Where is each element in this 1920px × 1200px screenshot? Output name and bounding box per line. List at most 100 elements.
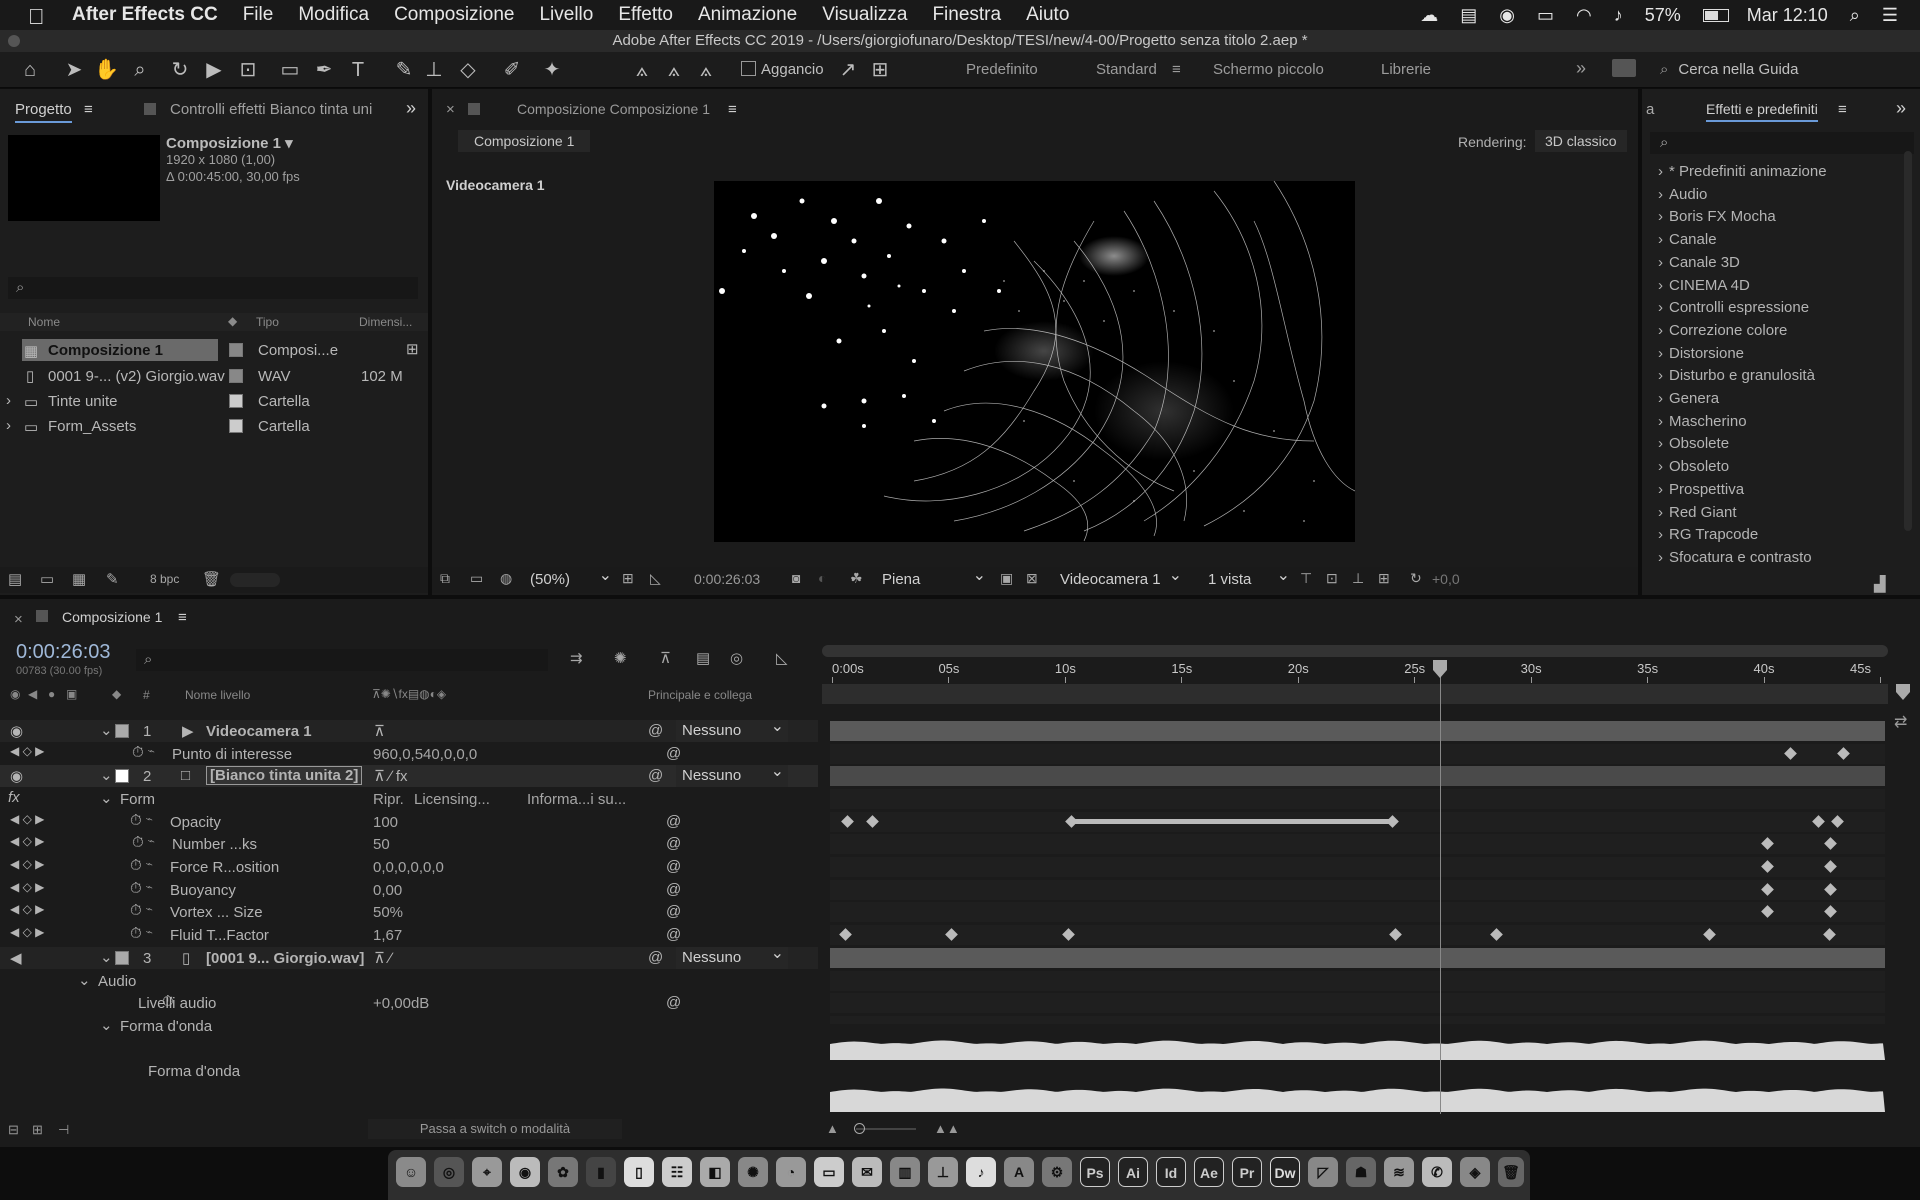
property-value[interactable]: 100: [373, 814, 398, 831]
project-panel-menu-icon[interactable]: ≡: [84, 101, 93, 118]
chevron-down-icon[interactable]: ⌄: [100, 948, 113, 966]
resolution-dropdown[interactable]: Piena: [882, 565, 990, 591]
notification-center-icon[interactable]: ☰: [1882, 5, 1898, 26]
snap-grid-icon[interactable]: ⊞: [868, 58, 892, 82]
property-row[interactable]: fx ⌄ Form Ripr. Licensing... Informa...i su..…: [0, 788, 818, 810]
evernote-icon[interactable]: ☗: [1346, 1157, 1376, 1187]
property-value[interactable]: 0,00: [373, 882, 402, 899]
battery-percent[interactable]: 57%: [1645, 5, 1681, 26]
workspace-layout-icon[interactable]: [1612, 59, 1636, 77]
playhead[interactable]: [1439, 660, 1441, 1114]
stopwatch-icon[interactable]: ⏱ ⌁: [130, 902, 153, 919]
timeline-zoom-slider[interactable]: [856, 1128, 916, 1130]
expression-pick-whip-icon[interactable]: @: [666, 903, 681, 920]
property-name[interactable]: Vortex ... Size: [170, 904, 263, 921]
property-track[interactable]: [830, 993, 1885, 1013]
property-value[interactable]: 50: [373, 836, 390, 853]
facetime-icon[interactable]: ▭: [814, 1157, 844, 1187]
effects-scrollbar[interactable]: [1904, 151, 1912, 531]
panel-overflow-icon[interactable]: »: [1896, 98, 1906, 119]
keyframe-navigator[interactable]: ◀ ◇ ▶: [10, 880, 44, 894]
effects-category-item[interactable]: › CINEMA 4D: [1658, 277, 1750, 294]
app-menu[interactable]: After Effects CC: [72, 4, 218, 26]
itunes-icon[interactable]: ♪: [966, 1157, 996, 1187]
project-item-tinte-unite[interactable]: › ▭ Tinte unite Cartella: [0, 390, 428, 415]
info-link[interactable]: Informa...i su...: [527, 791, 626, 808]
effects-category-item[interactable]: › Audio: [1658, 186, 1707, 203]
pick-whip-icon[interactable]: @: [648, 722, 663, 739]
property-name[interactable]: Form: [120, 791, 155, 808]
effects-category-item[interactable]: › Red Giant: [1658, 504, 1737, 521]
licensing-link[interactable]: Licensing...: [414, 791, 490, 808]
effects-category-item[interactable]: › Distorsione: [1658, 345, 1744, 362]
effects-panel-menu-icon[interactable]: ≡: [1838, 101, 1847, 118]
chevron-down-icon[interactable]: ⌄: [100, 789, 113, 807]
help-search-field[interactable]: ⌕ Cerca nella Guida: [1660, 61, 1798, 78]
property-name[interactable]: Number ...ks: [172, 836, 257, 853]
keynote-icon[interactable]: ⊥: [928, 1157, 958, 1187]
property-value[interactable]: 0,0,0,0,0,0: [373, 859, 444, 876]
keyframe-navigator[interactable]: ◀ ◇ ▶: [10, 857, 44, 871]
effects-category-item[interactable]: › Sfocatura e contrasto: [1658, 549, 1812, 566]
draft-3d-icon[interactable]: ✺: [614, 649, 627, 667]
property-value[interactable]: 50%: [373, 904, 403, 921]
layer-row[interactable]: ◀ ⌄ 3 ▯ ⊼ ∕ @ Nessuno [0001 9... Giorgio.wav]: [0, 943, 818, 969]
property-value[interactable]: 1,67: [373, 927, 402, 944]
project-item-composizione[interactable]: ▦ Composizione 1 Composi...e ⊞: [0, 339, 428, 364]
expression-pick-whip-icon[interactable]: @: [666, 835, 681, 852]
panel-overflow-icon[interactable]: »: [406, 98, 416, 119]
mail-icon[interactable]: ✉: [852, 1157, 882, 1187]
snapshot-camera-icon[interactable]: ◙: [792, 570, 800, 586]
clock[interactable]: Mar 12:10: [1747, 5, 1828, 26]
property-name[interactable]: Audio: [98, 973, 136, 990]
menu-finestra[interactable]: Finestra: [932, 4, 1001, 26]
label-color-swatch[interactable]: [229, 343, 243, 357]
wifi-icon[interactable]: ◠: [1576, 5, 1592, 26]
comp-marker-icon[interactable]: [1896, 684, 1910, 700]
parent-dropdown[interactable]: Nessuno: [676, 761, 788, 787]
layer-duration-bar[interactable]: [830, 948, 1885, 968]
property-track[interactable]: [830, 744, 1885, 764]
playhead-marker[interactable]: [1432, 660, 1447, 680]
col-layer-name[interactable]: Nome livello: [185, 688, 250, 702]
menu-livello[interactable]: Livello: [539, 4, 593, 26]
solo-icon[interactable]: ●: [48, 687, 55, 701]
timeline-tab[interactable]: Composizione 1: [62, 609, 162, 625]
tab-controlli-effetti[interactable]: Controlli effetti Bianco tinta uni: [170, 101, 372, 118]
keyframe-navigator[interactable]: ◀ ◇ ▶: [10, 925, 44, 939]
exposure-value[interactable]: +0,0: [1432, 571, 1460, 587]
comp-flowchart-icon[interactable]: ⊥: [1352, 570, 1364, 587]
show-snapshot-icon[interactable]: ◐: [818, 570, 826, 586]
property-track[interactable]: [830, 925, 1885, 945]
stopwatch-icon[interactable]: ⏱ ⌁: [132, 834, 155, 851]
system-preferences-icon[interactable]: ⚙: [1042, 1157, 1072, 1187]
interpret-footage-icon[interactable]: ▤: [8, 570, 22, 588]
timeline-menu-icon[interactable]: ≡: [178, 609, 187, 626]
local-axis-icon[interactable]: ⟑: [630, 58, 654, 82]
app-store-icon[interactable]: A: [1004, 1157, 1034, 1187]
pick-whip-icon[interactable]: @: [648, 949, 663, 966]
fast-preview-icon[interactable]: ▣: [1000, 570, 1013, 587]
more-workspaces-icon[interactable]: »: [1576, 58, 1586, 79]
expression-pick-whip-icon[interactable]: @: [666, 745, 681, 762]
property-name[interactable]: Buoyancy: [170, 882, 236, 899]
flowchart-icon[interactable]: ⊞: [406, 340, 419, 358]
new-preset-icon[interactable]: ▟: [1874, 575, 1886, 593]
expression-pick-whip-icon[interactable]: @: [666, 813, 681, 830]
illustrator-icon[interactable]: Ai: [1118, 1157, 1148, 1187]
work-area-bar[interactable]: [822, 645, 1888, 657]
chevron-right-icon[interactable]: ›: [6, 392, 11, 409]
spotlight-search-icon[interactable]: ⌕: [1850, 5, 1860, 26]
property-row[interactable]: ⌄ Audio: [0, 970, 818, 992]
menu-modifica[interactable]: Modifica: [298, 4, 369, 26]
label-color-swatch[interactable]: [115, 951, 129, 965]
chrome-icon[interactable]: ◉: [510, 1157, 540, 1187]
close-tab-icon[interactable]: ×: [14, 611, 23, 628]
pixel-aspect-icon[interactable]: ⊤: [1300, 570, 1312, 587]
label-color-swatch[interactable]: [229, 419, 243, 433]
property-row[interactable]: ◀ ◇ ▶ ⏱ ⌁ Opacity 100 @: [0, 811, 818, 833]
parent-dropdown[interactable]: Nessuno: [676, 943, 788, 969]
notes-icon[interactable]: ▮: [586, 1157, 616, 1187]
timeline-current-time[interactable]: 0:00:26:03: [16, 641, 111, 664]
rotate-tool-icon[interactable]: ↻: [168, 58, 192, 82]
